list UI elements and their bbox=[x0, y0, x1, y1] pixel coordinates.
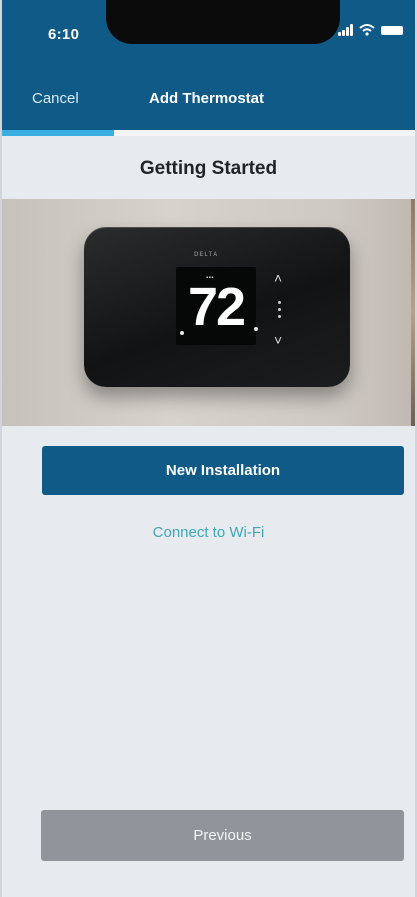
progress-track bbox=[2, 130, 415, 136]
thermostat-indicator-dot bbox=[254, 327, 258, 331]
progress-fill bbox=[2, 130, 114, 136]
connect-wifi-link[interactable]: Connect to Wi-Fi bbox=[2, 524, 415, 541]
chevron-up-icon: ˄ bbox=[274, 270, 283, 286]
thermostat-temperature: 72 bbox=[187, 277, 246, 337]
thermostat-device: ᴅᴇʟᴛᴀ ▪▪▪ 72 ˄ ˅ bbox=[84, 227, 350, 387]
page-title: Getting Started bbox=[139, 158, 278, 179]
new-installation-button[interactable]: New Installation bbox=[42, 446, 404, 495]
chevron-down-icon: ˅ bbox=[274, 332, 283, 348]
thermostat-brand-mark: ᴅᴇʟᴛᴀ bbox=[194, 249, 219, 258]
device-notch bbox=[106, 0, 340, 44]
status-bar: 6:10 bbox=[2, 0, 415, 72]
thermostat-image: ᴅᴇʟᴛᴀ ▪▪▪ 72 ˄ ˅ bbox=[2, 199, 415, 426]
battery-icon bbox=[381, 25, 403, 35]
hero-edge-decoration bbox=[411, 199, 415, 426]
previous-button[interactable]: Previous bbox=[41, 810, 404, 861]
cancel-button[interactable]: Cancel bbox=[32, 90, 79, 107]
status-time: 6:10 bbox=[48, 26, 80, 43]
nav-title: Add Thermostat bbox=[149, 90, 265, 107]
cellular-signal-icon bbox=[338, 24, 353, 36]
phone-screen: 6:10 Cancel Add Thermostat Getting Start… bbox=[0, 0, 417, 897]
thermostat-display: ▪▪▪ 72 bbox=[176, 267, 256, 345]
thermostat-menu-icon bbox=[278, 301, 281, 318]
nav-header: Cancel Add Thermostat bbox=[2, 72, 415, 130]
wifi-icon bbox=[359, 24, 375, 36]
status-icons bbox=[338, 24, 403, 36]
thermostat-indicator-dot bbox=[180, 331, 184, 335]
